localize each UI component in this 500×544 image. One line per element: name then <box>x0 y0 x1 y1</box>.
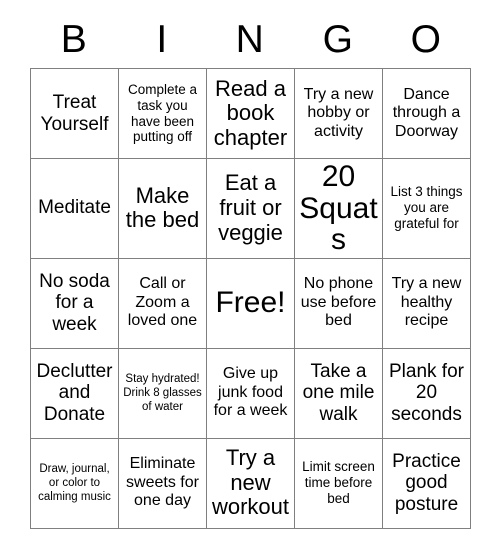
bingo-row: Draw, journal, or color to calming music… <box>30 437 471 529</box>
bingo-cell-o5[interactable]: Practice good posture <box>382 437 471 529</box>
bingo-cell-label: Call or Zoom a loved one <box>127 275 198 330</box>
bingo-cell-g2[interactable]: 20 Squats <box>294 158 383 259</box>
bingo-cell-o2[interactable]: List 3 things you are grateful for <box>382 158 471 259</box>
bingo-row: No soda for a week Call or Zoom a loved … <box>30 257 471 349</box>
bingo-row: Treat Yourself Complete a task you have … <box>30 68 471 159</box>
bingo-cell-i3[interactable]: Call or Zoom a loved one <box>118 257 207 349</box>
bingo-cell-g5[interactable]: Limit screen time before bed <box>294 437 383 529</box>
bingo-cell-label: Complete a task you have been putting of… <box>127 81 198 145</box>
bingo-cell-b3[interactable]: No soda for a week <box>30 257 119 349</box>
bingo-cell-n2[interactable]: Eat a fruit or veggie <box>206 158 295 259</box>
bingo-cell-n4[interactable]: Give up junk food for a week <box>206 347 295 439</box>
bingo-cell-free-space[interactable]: Free! <box>206 257 295 349</box>
bingo-cell-b5[interactable]: Draw, journal, or color to calming music <box>30 437 119 529</box>
header-letter-i: I <box>156 18 168 61</box>
bingo-cell-label: Dance through a Doorway <box>392 85 461 140</box>
bingo-cell-label: No soda for a week <box>39 270 110 335</box>
bingo-cell-label: No phone use before bed <box>300 275 377 330</box>
bingo-cell-n1[interactable]: Read a book chapter <box>206 68 295 159</box>
bingo-cell-b2[interactable]: Meditate <box>30 158 119 259</box>
bingo-cell-label: List 3 things you are grateful for <box>390 184 463 232</box>
free-space-label: Free! <box>215 286 286 320</box>
bingo-cell-label: 20 Squats <box>299 160 378 256</box>
bingo-cell-label: Give up junk food for a week <box>213 365 288 420</box>
bingo-cell-label: Limit screen time before bed <box>302 459 375 506</box>
bingo-cell-g3[interactable]: No phone use before bed <box>294 257 383 349</box>
bingo-cell-label: Take a one mile walk <box>302 360 375 425</box>
bingo-cell-label: Eliminate sweets for one day <box>126 455 199 510</box>
bingo-cell-label: Stay hydrated! Drink 8 glasses of water <box>123 372 202 413</box>
bingo-cell-i5[interactable]: Eliminate sweets for one day <box>118 437 207 529</box>
bingo-cell-label: Try a new workout <box>211 445 290 520</box>
header-letter-b: B <box>60 18 88 61</box>
bingo-cell-o4[interactable]: Plank for 20 seconds <box>382 347 471 439</box>
bingo-cell-label: Meditate <box>38 197 111 219</box>
bingo-cell-label: Treat Yourself <box>40 91 109 135</box>
bingo-cell-i4[interactable]: Stay hydrated! Drink 8 glasses of water <box>118 347 207 439</box>
header-letter-n: N <box>235 18 265 61</box>
bingo-cell-o3[interactable]: Try a new healthy recipe <box>382 257 471 349</box>
bingo-cell-label: Practice good posture <box>392 450 461 515</box>
bingo-cell-label: Plank for 20 seconds <box>389 360 464 425</box>
bingo-cell-label: Try a new hobby or activity <box>303 85 374 140</box>
bingo-cell-b4[interactable]: Declutter and Donate <box>30 347 119 439</box>
header-letter-o: O <box>410 18 442 61</box>
bingo-cell-label: Declutter and Donate <box>36 360 113 425</box>
bingo-cell-label: Draw, journal, or color to calming music <box>38 462 111 503</box>
bingo-grid: Treat Yourself Complete a task you have … <box>30 68 471 529</box>
bingo-cell-g1[interactable]: Try a new hobby or activity <box>294 68 383 159</box>
header-letter-g: G <box>322 18 354 61</box>
bingo-cell-g4[interactable]: Take a one mile walk <box>294 347 383 439</box>
bingo-row: Meditate Make the bed Eat a fruit or veg… <box>30 158 471 259</box>
bingo-cell-label: Try a new healthy recipe <box>391 275 462 330</box>
bingo-cell-label: Eat a fruit or veggie <box>218 170 283 245</box>
bingo-cell-o1[interactable]: Dance through a Doorway <box>382 68 471 159</box>
bingo-cell-label: Read a book chapter <box>213 75 288 150</box>
bingo-header-row: B I N G O <box>30 0 470 68</box>
bingo-cell-i1[interactable]: Complete a task you have been putting of… <box>118 68 207 159</box>
bingo-cell-b1[interactable]: Treat Yourself <box>30 68 119 159</box>
bingo-row: Declutter and Donate Stay hydrated! Drin… <box>30 347 471 439</box>
bingo-cell-label: Make the bed <box>125 182 200 233</box>
bingo-cell-i2[interactable]: Make the bed <box>118 158 207 259</box>
bingo-card: B I N G O Treat Yourself Complete a task… <box>0 0 500 544</box>
bingo-cell-n5[interactable]: Try a new workout <box>206 437 295 529</box>
